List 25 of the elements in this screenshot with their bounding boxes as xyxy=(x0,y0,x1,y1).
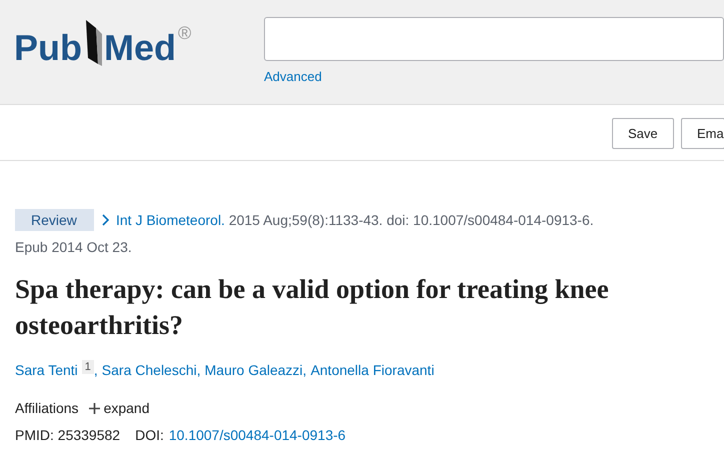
pubmed-logo[interactable]: Pub Med® xyxy=(14,12,242,74)
comma: , xyxy=(196,361,201,380)
affiliations-label: Affiliations xyxy=(15,399,79,418)
advanced-link[interactable]: Advanced xyxy=(264,67,724,86)
author-link[interactable]: Sara Tenti xyxy=(15,360,78,381)
search-field[interactable] xyxy=(264,17,724,61)
doi-link[interactable]: 10.1007/s00484-014-0913-6 xyxy=(168,425,346,446)
toolbar-button[interactable]: Ema xyxy=(681,118,724,149)
affiliation-number[interactable]: 1 xyxy=(82,360,94,374)
article-title: Spa therapy: can be a valid option for treating knee osteoarthritis? xyxy=(15,273,610,342)
author-link[interactable]: Antonella Fioravanti xyxy=(310,360,434,381)
toolbar-button[interactable]: Save xyxy=(612,118,674,149)
review-badge: Review xyxy=(15,209,94,231)
comma: , xyxy=(94,361,98,380)
doi-label: DOI: xyxy=(135,426,164,445)
expand-toggle[interactable]: expand xyxy=(88,398,150,419)
author-link[interactable]: Sara Cheleschi xyxy=(102,360,197,381)
chevron-right-icon xyxy=(102,214,110,226)
comma: , xyxy=(302,361,307,380)
plus-icon xyxy=(88,403,100,414)
journal-link[interactable]: Int J Biometeorol. xyxy=(116,212,225,228)
epub-date: Epub 2014 Oct 23. xyxy=(15,238,133,257)
author-link[interactable]: Mauro Galeazzi xyxy=(204,360,303,381)
pmid-text: PMID: 25339582 xyxy=(15,426,120,445)
citation-text: Int J Biometeorol. 2015 Aug;59(8):1133-43. doi: 10.1007/s00484-014-0913-6. xyxy=(116,210,594,230)
